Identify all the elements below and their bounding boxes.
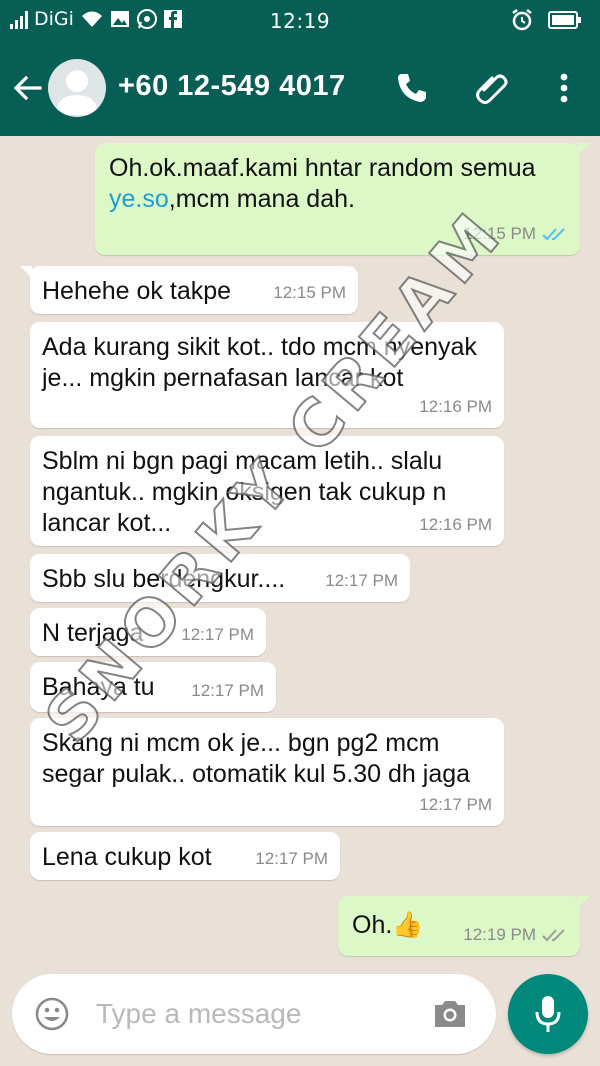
default-avatar-icon <box>56 70 98 115</box>
message-time: 12:17 PM <box>255 849 328 868</box>
camera-icon[interactable] <box>432 998 468 1030</box>
avatar[interactable] <box>48 59 106 117</box>
message-list[interactable]: Oh.ok.maaf.kami hntar random semua ye.so… <box>0 136 600 966</box>
attach-icon[interactable] <box>474 70 510 106</box>
message-time: 12:19 PM <box>463 925 536 944</box>
message-time: 12:17 PM <box>191 681 264 700</box>
voice-record-button[interactable] <box>508 974 588 1054</box>
bubble-tail <box>20 266 32 278</box>
message-text: Ada kurang sikit kot.. tdo mcm nyenyak j… <box>42 333 477 392</box>
read-ticks-icon <box>542 227 565 240</box>
compose-bar: Type a message <box>0 966 600 1066</box>
emoji-icon[interactable] <box>34 996 70 1032</box>
incoming-message[interactable]: N terjaga 12:17 PM <box>30 608 266 656</box>
incoming-message[interactable]: Sbb slu berdengkur.... 12:17 PM <box>30 554 410 602</box>
incoming-message[interactable]: Sblm ni bgn pagi macam letih.. slalu nga… <box>30 436 504 546</box>
message-link[interactable]: ye.so <box>109 185 169 213</box>
bubble-tail <box>578 896 590 908</box>
delivered-ticks-icon <box>542 928 565 941</box>
message-time: 12:15 PM <box>273 283 346 302</box>
incoming-message[interactable]: Skang ni mcm ok je... bgn pg2 mcm segar … <box>30 718 504 826</box>
status-right <box>510 8 582 32</box>
message-meta: 12:19 PM <box>463 919 568 950</box>
message-time: 12:16 PM <box>419 397 492 416</box>
status-bar: DiGi 12:19 <box>0 0 600 42</box>
message-time: 12:17 PM <box>181 625 254 644</box>
outgoing-message[interactable]: Oh.👍 12:19 PM <box>338 896 590 956</box>
battery-icon <box>548 11 581 29</box>
message-meta: 12:15 PM <box>463 218 568 249</box>
message-input[interactable]: Type a message <box>12 974 496 1054</box>
alarm-icon <box>512 9 532 31</box>
input-placeholder: Type a message <box>96 998 302 1029</box>
message-time: 12:17 PM <box>419 795 492 814</box>
mic-icon <box>535 996 561 1032</box>
more-options-icon[interactable] <box>546 70 582 106</box>
incoming-message[interactable]: Hehehe ok takpe 12:15 PM <box>20 266 358 314</box>
incoming-message[interactable]: Bahaya tu 12:17 PM <box>30 662 276 712</box>
message-time: 12:16 PM <box>419 515 492 534</box>
outgoing-message[interactable]: Oh.ok.maaf.kami hntar random semua ye.so… <box>95 143 590 255</box>
thumbs-up-emoji: 👍 <box>392 911 424 939</box>
message-text: Skang ni mcm ok je... bgn pg2 mcm segar … <box>42 729 471 788</box>
chat-header: +60 12-549 4017 <box>0 42 600 136</box>
contact-name[interactable]: +60 12-549 4017 <box>118 70 346 103</box>
message-text: Oh.ok.maaf.kami hntar random semua ye.so… <box>109 154 536 213</box>
message-time: 12:15 PM <box>463 224 536 243</box>
back-arrow-icon[interactable] <box>10 70 46 106</box>
bubble-tail <box>578 143 590 155</box>
incoming-message[interactable]: Lena cukup kot 12:17 PM <box>30 832 340 880</box>
message-time: 12:17 PM <box>325 571 398 590</box>
phone-icon[interactable] <box>394 70 430 106</box>
incoming-message[interactable]: Ada kurang sikit kot.. tdo mcm nyenyak j… <box>30 322 504 428</box>
